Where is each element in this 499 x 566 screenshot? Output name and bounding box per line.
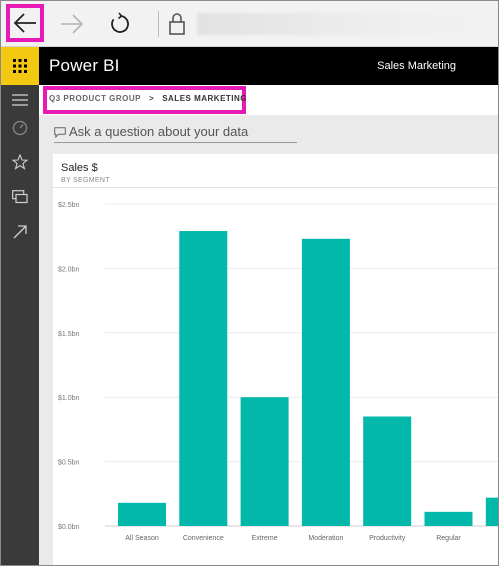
tile-title: Sales $ — [61, 162, 98, 174]
address-bar[interactable] — [197, 13, 498, 35]
nav-menu-button[interactable] — [1, 85, 39, 115]
bar[interactable] — [179, 231, 228, 526]
y-tick-label: $0.0bn — [58, 524, 80, 531]
x-tick-label: Productivity — [369, 535, 406, 542]
workspace-name: Sales Marketing — [377, 60, 456, 72]
toolbar-divider — [158, 11, 159, 37]
breadcrumb-current: SALES MARKETING — [162, 94, 248, 103]
nav-favorites-button[interactable] — [1, 147, 39, 177]
waffle-grid-icon — [13, 59, 27, 73]
main-content: Q3 PRODUCT GROUP > SALES MARKETING Ask a q… — [39, 85, 499, 565]
nav-workspaces-button[interactable] — [1, 182, 39, 212]
x-tick-label: Regular — [436, 535, 461, 542]
forward-button[interactable] — [54, 6, 90, 42]
hamburger-menu-icon — [12, 94, 28, 106]
bar[interactable] — [240, 397, 289, 526]
nav-dashboards-button[interactable] — [1, 113, 39, 143]
expand-arrow-icon — [13, 225, 27, 239]
dashboard-gauge-icon — [12, 120, 28, 136]
y-tick-label: $2.0bn — [58, 266, 80, 273]
breadcrumb-bar: Q3 PRODUCT GROUP > SALES MARKETING — [39, 85, 498, 115]
y-tick-label: $0.5bn — [58, 460, 80, 467]
nav-get-data-button[interactable] — [1, 217, 39, 247]
lock-icon — [166, 11, 188, 37]
breadcrumb-separator: > — [149, 94, 155, 103]
x-tick-label: All Season — [125, 535, 159, 542]
chart-tile[interactable]: Sales $ BY SEGMENT $0.0bn $0.5bn $1.0bn $1.… — [53, 154, 499, 565]
y-tick-label: $2.5bn — [58, 202, 80, 209]
workspaces-icon — [12, 190, 28, 204]
bar[interactable] — [424, 511, 473, 526]
y-tick-label: $1.5bn — [58, 331, 80, 338]
app-title: Power BI — [49, 56, 120, 75]
forward-arrow-icon — [61, 14, 84, 34]
tile-divider — [53, 187, 498, 188]
x-tick-label: Moderation — [308, 535, 343, 542]
bar[interactable] — [363, 416, 412, 526]
y-tick-label: $1.0bn — [58, 395, 80, 402]
x-tick-label: Convenience — [183, 535, 224, 542]
bar[interactable] — [118, 502, 166, 526]
speech-bubble-icon — [54, 127, 66, 138]
browser-toolbar — [1, 1, 498, 47]
x-tick-label: Extreme — [252, 535, 278, 542]
browser-window: Power BI Sales Marketing Q3 PRODUCT GROU… — [0, 0, 499, 566]
breadcrumb-parent-link[interactable]: Q3 PRODUCT GROUP — [49, 94, 141, 103]
tile-subtitle: BY SEGMENT — [61, 177, 110, 184]
qna-input[interactable]: Ask a question about your data — [54, 123, 297, 143]
app-launcher-button[interactable] — [1, 47, 39, 85]
bar[interactable] — [485, 497, 499, 526]
left-nav — [1, 85, 39, 565]
qna-placeholder: Ask a question about your data — [69, 124, 249, 139]
refresh-button[interactable] — [102, 6, 138, 42]
star-icon — [12, 154, 28, 170]
back-arrow-icon — [13, 13, 36, 33]
back-button[interactable] — [6, 4, 44, 42]
bar-chart: $0.0bn $0.5bn $1.0bn $1.5bn $2.0bn $2.5bn All … — [58, 202, 499, 542]
app-header: Power BI Sales Marketing — [1, 47, 498, 85]
refresh-icon — [111, 12, 129, 33]
bar[interactable] — [301, 238, 350, 526]
breadcrumb: Q3 PRODUCT GROUP > SALES MARKETING — [49, 94, 247, 103]
